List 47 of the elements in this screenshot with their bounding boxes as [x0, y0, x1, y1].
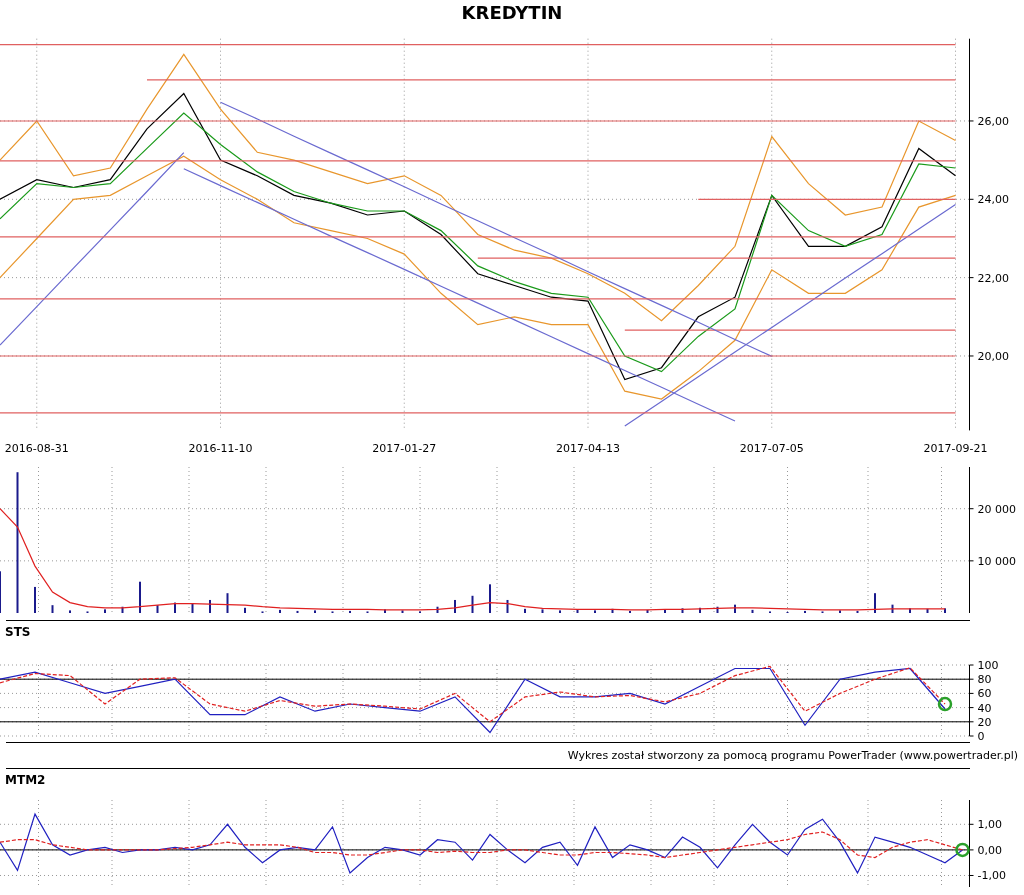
circle-marker — [955, 842, 970, 858]
date-label: 2017-04-13 — [556, 442, 620, 456]
volume-bar — [856, 610, 859, 613]
credit-text: Wykres został stworzony za pomocą programu PowerTrader (www.powertrader.pl) — [567, 749, 1018, 762]
axis-label: 100 — [977, 659, 999, 672]
axis-label: 20 — [977, 715, 992, 729]
volume-bar — [51, 605, 54, 613]
circle-marker — [937, 696, 953, 712]
panel-title: STS — [4, 624, 31, 641]
date-label: 2017-09-21 — [923, 442, 988, 456]
axis-label: 22,00 — [977, 271, 1009, 285]
volume-bar — [611, 608, 614, 613]
date-label: 2016-11-10 — [188, 442, 253, 456]
axis-label: 26,00 — [977, 114, 1009, 128]
axis-label: 24,00 — [977, 193, 1009, 207]
volume-bar — [716, 606, 719, 613]
volume-bar — [471, 595, 474, 613]
volume-bar — [926, 608, 929, 613]
panel-title: MTM2 — [4, 772, 46, 789]
date-label: 2017-07-05 — [739, 442, 804, 456]
volume-bar — [296, 610, 299, 613]
volume-bar — [121, 606, 124, 613]
volume-bar — [681, 608, 684, 613]
axis-label: 60 — [977, 687, 992, 701]
volume-bar — [401, 610, 404, 613]
chart-title: KREDYTIN — [460, 1, 564, 25]
volume-bar — [751, 609, 754, 613]
volume-bar — [646, 609, 649, 613]
axis-label: 1,00 — [977, 818, 1002, 832]
axis-label: 20 000 — [977, 502, 1016, 516]
volume-bar — [156, 605, 159, 613]
date-label: 2017-01-27 — [372, 442, 437, 456]
axis-label: 10 000 — [977, 554, 1016, 568]
volume-bar — [576, 609, 579, 613]
date-label: 2016-08-31 — [4, 442, 69, 456]
volume-bar — [541, 609, 544, 613]
volume-bar — [891, 604, 894, 613]
axis-label: 40 — [977, 701, 992, 715]
axis-label: -1,00 — [977, 869, 1006, 883]
axis-label: 20,00 — [977, 350, 1009, 363]
axis-label: 0 — [977, 730, 985, 742]
volume-bar — [191, 603, 194, 613]
axis-label: 0,00 — [977, 843, 1002, 857]
volume-bar — [436, 606, 439, 613]
volume-bar — [226, 593, 229, 613]
axis-label: 80 — [977, 673, 992, 687]
volume-bar — [506, 599, 509, 613]
